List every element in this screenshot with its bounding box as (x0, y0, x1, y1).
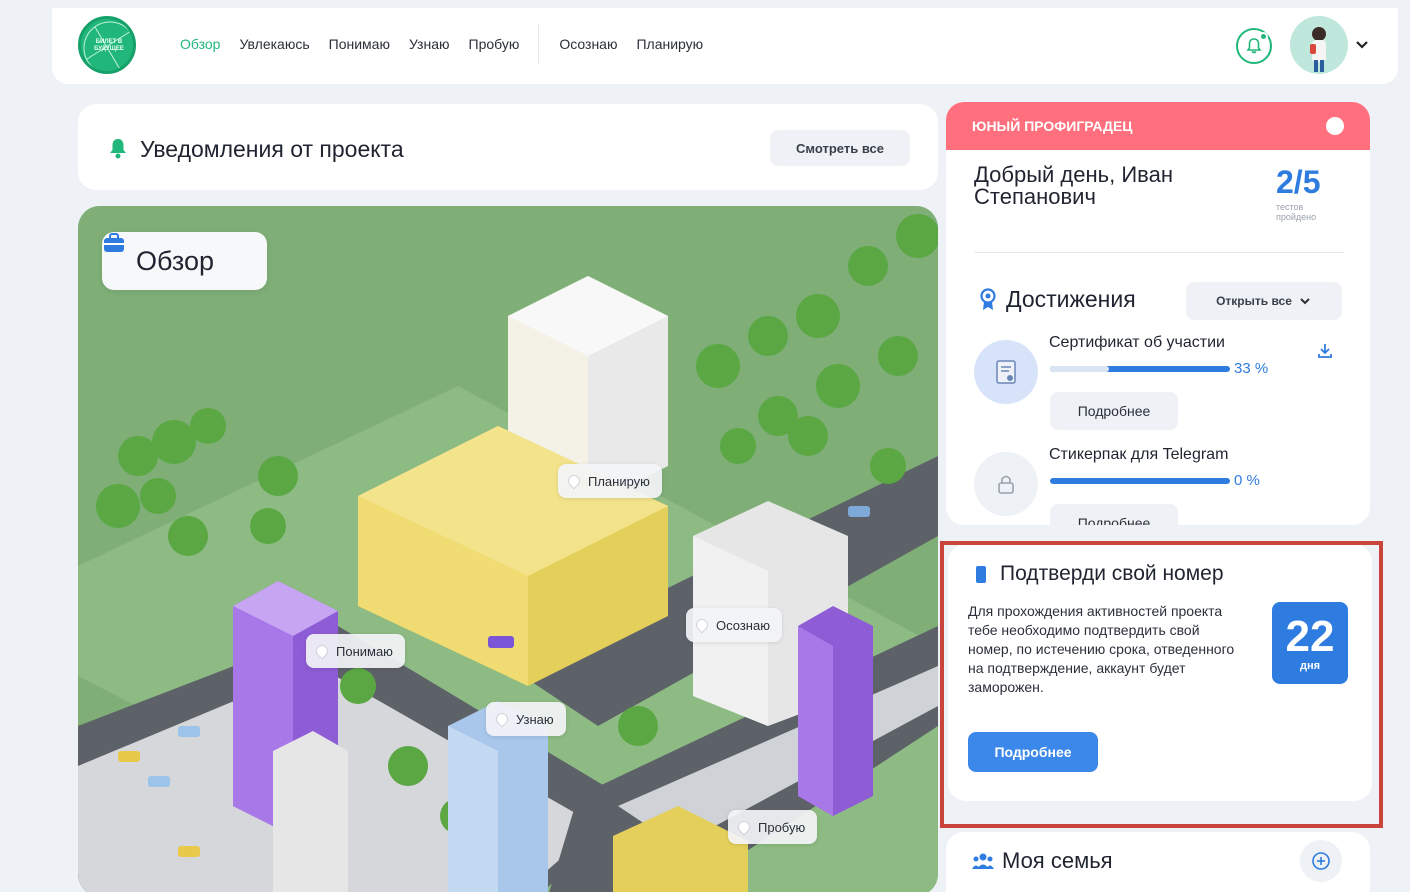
map-pin-realize[interactable]: Осознаю (686, 608, 782, 642)
highlight-frame (940, 541, 1383, 828)
achievement-progress-bar (1050, 478, 1230, 484)
family-card: Моя семья (946, 832, 1370, 892)
notifications-panel: Уведомления от проекта Смотреть все (78, 104, 938, 190)
map-pin-plan[interactable]: Планирую (558, 464, 662, 498)
map-pin-label: Пробую (758, 819, 806, 835)
achievement-progress-text: 33 % (1234, 360, 1269, 377)
plus-circle-icon (1312, 852, 1330, 870)
notifications-button[interactable] (1236, 28, 1272, 64)
chevron-down-icon[interactable] (1354, 36, 1370, 57)
nav-item-plan[interactable]: Планирую (636, 36, 703, 52)
download-icon[interactable] (1316, 342, 1334, 360)
map-pin-label: Узнаю (516, 711, 554, 727)
city-illustration (78, 206, 938, 892)
briefcase-icon (104, 233, 124, 252)
location-pin-icon (493, 710, 511, 728)
location-pin-icon (735, 818, 753, 836)
profile-role: ЮНЫЙ ПРОФИГРАДЕЦ (972, 118, 1133, 134)
family-title: Моя семья (1002, 848, 1113, 873)
nav-item-understand[interactable]: Понимаю (329, 36, 390, 52)
certificate-icon (996, 360, 1016, 384)
overview-city-map[interactable]: Обзор Планирую Понимаю Осознаю Узнаю Про… (78, 206, 938, 892)
nav-item-try[interactable]: Пробую (469, 36, 520, 52)
map-pin-understand[interactable]: Понимаю (306, 634, 405, 668)
location-pin-icon (565, 472, 583, 490)
add-family-button[interactable] (1300, 840, 1342, 882)
logo-text: БИЛЕТ В БУДУЩЕЕ (94, 39, 124, 52)
achievements-title: Достижения (1006, 286, 1136, 312)
achievement-name: Сертификат об участии (1049, 334, 1225, 351)
project-logo[interactable]: БИЛЕТ В БУДУЩЕЕ (78, 16, 136, 74)
open-all-button[interactable]: Открыть все (1186, 282, 1342, 320)
medal-icon (980, 288, 996, 310)
progress-remaining (1050, 366, 1110, 372)
achievement-name: Стикерпак для Telegram (1049, 446, 1229, 463)
overview-badge-label: Обзор (136, 245, 214, 276)
notification-dot (1259, 32, 1268, 41)
divider (974, 252, 1344, 253)
chevron-down-icon (1300, 298, 1310, 305)
family-icon (972, 853, 994, 869)
nav-divider (538, 24, 540, 64)
open-all-label: Открыть все (1216, 294, 1292, 308)
notifications-title: Уведомления от проекта (140, 136, 404, 162)
bell-icon (110, 139, 126, 159)
map-pin-label: Планирую (588, 473, 650, 489)
achievement-progress-text: 0 % (1234, 472, 1260, 489)
profile-card: ЮНЫЙ ПРОФИГРАДЕЦ ! Добрый день, Иван Сте… (946, 102, 1370, 525)
achievement-progress-bar (1050, 366, 1230, 372)
profile-role-header: ЮНЫЙ ПРОФИГРАДЕЦ ! (946, 102, 1370, 150)
lock-icon-wrap (974, 452, 1038, 516)
lock-icon (998, 475, 1014, 494)
tests-score-label: тестов пройдено (1276, 202, 1317, 222)
overview-badge: Обзор (102, 232, 267, 290)
nav-item-learn[interactable]: Узнаю (409, 36, 450, 52)
see-all-button[interactable]: Смотреть все (770, 130, 910, 166)
tests-score: 2/5 (1276, 164, 1321, 200)
map-pin-label: Понимаю (336, 643, 393, 659)
main-nav: Обзор Увлекаюсь Понимаю Узнаю Пробую Осо… (180, 24, 722, 64)
map-pin-learn[interactable]: Узнаю (486, 702, 566, 736)
achievement-more-button[interactable]: Подробнее (1050, 392, 1178, 430)
greeting-text: Добрый день, Иван Степанович (974, 162, 1173, 209)
location-pin-icon (313, 642, 331, 660)
achievement-more-button[interactable]: Подробнее (1050, 504, 1178, 525)
location-pin-icon (693, 616, 711, 634)
nav-item-overview[interactable]: Обзор (180, 36, 220, 52)
info-icon[interactable]: ! (1326, 117, 1344, 135)
nav-item-realize[interactable]: Осознаю (559, 36, 617, 52)
user-avatar[interactable] (1290, 16, 1348, 74)
map-pin-label: Осознаю (716, 617, 770, 633)
map-pin-try[interactable]: Пробую (728, 810, 818, 844)
nav-item-passion[interactable]: Увлекаюсь (239, 36, 309, 52)
certificate-icon-wrap (974, 340, 1038, 404)
